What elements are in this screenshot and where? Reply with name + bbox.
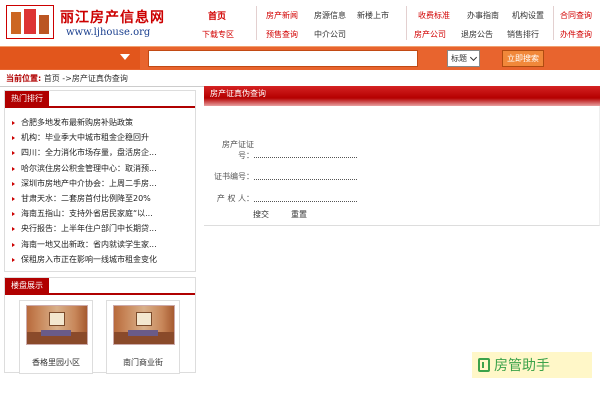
bullet-icon — [12, 136, 15, 141]
search-category-tab[interactable] — [0, 47, 140, 69]
nav-fees[interactable]: 收费标准 — [418, 10, 450, 21]
nav-agency[interactable]: 中介公司 — [314, 29, 346, 40]
breadcrumb: 当前位置: 首页 ->房产证真伪查询 — [6, 73, 128, 84]
nav-home[interactable]: 首页 — [208, 9, 226, 22]
bullet-icon — [12, 181, 15, 186]
nav-divider — [406, 6, 407, 40]
bullet-icon — [12, 166, 15, 171]
bullet-icon — [12, 196, 15, 201]
cert-number-label-suffix: 号： — [238, 151, 254, 160]
list-item[interactable]: 机构：毕业季大中城市租金企稳回升 — [9, 130, 195, 145]
breadcrumb-path[interactable]: 首页 ->房产证真伪查询 — [44, 74, 128, 83]
bullet-icon — [12, 121, 15, 125]
search-bar: 标题 立即搜索 — [0, 46, 600, 70]
hot-ranking-panel: 热门排行 合肥多地发布最新购房补贴政策 机构：毕业季大中城市租金企稳回升 四川：… — [4, 90, 196, 272]
nav-news[interactable]: 房产新闻 — [266, 10, 298, 21]
site-url: www.ljhouse.org — [66, 27, 151, 38]
list-item[interactable]: 哈尔滨住房公积金管理中心：取消预... — [9, 161, 195, 176]
nav-case-query[interactable]: 办件查询 — [560, 29, 592, 40]
list-item[interactable]: 海南一地又出新政：省内就读学生家... — [9, 237, 195, 252]
property-showcase-panel: 楼盘展示 香格里园小区 南门商业街 — [4, 277, 196, 374]
hot-list: 合肥多地发布最新购房补贴政策 机构：毕业季大中城市租金企稳回升 四川：全力消化市… — [9, 115, 195, 267]
nav-contract-query[interactable]: 合同查询 — [560, 10, 592, 21]
bullet-icon — [12, 151, 15, 156]
search-button[interactable]: 立即搜索 — [502, 50, 544, 67]
book-number-input[interactable] — [254, 179, 357, 180]
nav-divider — [553, 6, 554, 40]
bullet-icon — [12, 242, 15, 247]
nav-guide[interactable]: 办事指南 — [467, 10, 499, 21]
housing-assistant-badge[interactable]: 房管助手 — [472, 352, 592, 378]
nav-listings[interactable]: 房源信息 — [314, 10, 346, 21]
property-photo[interactable] — [26, 305, 88, 345]
list-item[interactable]: 甘肃天水：二套房首付比例降至20% — [9, 191, 195, 206]
list-item[interactable]: 海南五指山：支持外省居民家庭“以... — [9, 206, 195, 221]
owner-label: 产 权 人： — [216, 194, 254, 203]
nav-organization[interactable]: 机构设置 — [512, 10, 544, 21]
book-number-label: 证书编号： — [214, 172, 254, 181]
property-name[interactable]: 香格里园小区 — [20, 357, 92, 368]
caret-down-icon — [120, 54, 130, 60]
search-field-value: 标题 — [451, 54, 467, 63]
bullet-icon — [12, 227, 15, 232]
property-card[interactable]: 香格里园小区 — [19, 300, 93, 374]
panel-header: 房产证真伪查询 — [204, 86, 600, 106]
nav-new-buildings[interactable]: 新楼上市 — [357, 10, 389, 21]
breadcrumb-label: 当前位置: — [6, 74, 42, 83]
search-field-select[interactable]: 标题 — [447, 50, 480, 67]
panel-header: 楼盘展示 — [5, 278, 195, 295]
nav-download[interactable]: 下载专区 — [202, 29, 234, 40]
nav-refund-notice[interactable]: 退房公告 — [461, 29, 493, 40]
site-title: 丽江房产信息网 — [60, 10, 165, 26]
search-input[interactable] — [148, 50, 418, 67]
cert-number-label: 房产证证 — [222, 140, 254, 149]
nav-sales-ranking[interactable]: 销售排行 — [507, 29, 539, 40]
submit-button[interactable]: 搜交 — [253, 209, 269, 220]
logo-mark-icon — [6, 5, 54, 39]
list-item[interactable]: 保租房入市正在影响一线城市租金变化 — [9, 252, 195, 267]
nav-property-companies[interactable]: 房产公司 — [414, 29, 446, 40]
site-header: 丽江房产信息网 www.ljhouse.org 首页 下载专区 房产新闻 预售查… — [0, 0, 600, 44]
panel-title: 房产证真伪查询 — [210, 89, 266, 98]
certificate-query-panel: 房产证真伪查询 房产证证 号： 证书编号： 产 权 人： 搜交 重置 — [204, 86, 600, 226]
chevron-down-icon — [469, 53, 478, 62]
panel-title: 楼盘展示 — [5, 278, 49, 293]
document-icon — [478, 358, 490, 372]
reset-button[interactable]: 重置 — [291, 209, 307, 220]
site-logo[interactable]: 丽江房产信息网 www.ljhouse.org — [6, 5, 196, 41]
property-photo[interactable] — [113, 305, 175, 345]
owner-input[interactable] — [254, 201, 357, 202]
property-name[interactable]: 南门商业街 — [107, 357, 179, 368]
badge-label: 房管助手 — [494, 358, 550, 374]
cert-number-input[interactable] — [254, 157, 357, 158]
list-item[interactable]: 深圳市房地产中介协会：上周二手房... — [9, 176, 195, 191]
panel-title: 热门排行 — [5, 91, 49, 106]
list-item[interactable]: 四川：全力消化市场存量，盘活房企... — [9, 145, 195, 160]
nav-divider — [256, 6, 257, 40]
bullet-icon — [12, 212, 15, 217]
property-card[interactable]: 南门商业街 — [106, 300, 180, 374]
panel-header: 热门排行 — [5, 91, 195, 108]
nav-presale[interactable]: 预售查询 — [266, 29, 298, 40]
list-item[interactable]: 央行报告：上半年住户部门中长期贷... — [9, 221, 195, 236]
list-item[interactable]: 合肥多地发布最新购房补贴政策 — [9, 115, 195, 130]
bullet-icon — [12, 257, 15, 262]
